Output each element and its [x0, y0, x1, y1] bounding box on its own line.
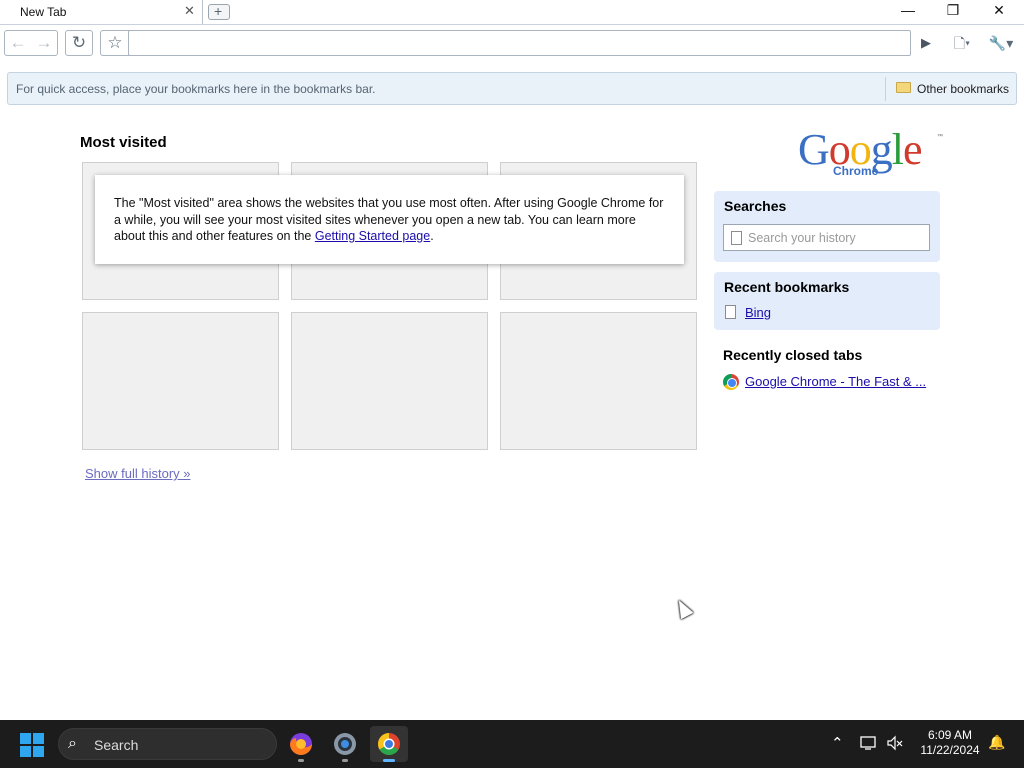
info-text-end: . [430, 229, 434, 243]
searches-panel: Searches Search your history [714, 191, 940, 262]
getting-started-link[interactable]: Getting Started page [315, 229, 430, 243]
thumbnail-slot[interactable] [291, 312, 488, 450]
volume-muted-icon[interactable] [886, 735, 904, 751]
tab-new-tab[interactable]: New Tab ✕ [0, 0, 203, 24]
trademark: ™ [937, 134, 943, 140]
logo-letter: G [798, 125, 830, 174]
bookmark-link-bing[interactable]: Bing [745, 305, 771, 320]
chrome-subtitle: Chrome [833, 164, 879, 178]
info-text: The "Most visited" area shows the websit… [114, 195, 669, 245]
go-button[interactable]: ▶ [912, 30, 940, 56]
title-bar: New Tab ✕ + — ❐ ✕ [0, 0, 1024, 24]
clock-date: 11/22/2024 [920, 743, 980, 757]
new-tab-button[interactable]: + [208, 3, 230, 20]
show-full-history-link[interactable]: Show full history » [85, 466, 191, 481]
bookmarks-divider [885, 77, 886, 101]
settings-icon [334, 733, 356, 755]
recent-bookmarks-heading: Recent bookmarks [724, 279, 850, 295]
logo-letter: l [891, 125, 904, 174]
chrome-taskbar-button[interactable] [370, 726, 408, 762]
recently-closed-tab-link[interactable]: Google Chrome - The Fast & ... [745, 374, 926, 389]
taskbar-search-label: Search [94, 737, 139, 753]
plus-icon: + [214, 3, 223, 19]
firefox-taskbar-button[interactable] [282, 726, 320, 762]
omnibox[interactable] [128, 30, 911, 56]
logo-letter: e [903, 125, 923, 174]
taskbar-search[interactable]: ⌕ Search [58, 728, 277, 760]
reload-button[interactable]: ↻ [66, 30, 92, 56]
windows-start-icon[interactable] [20, 733, 44, 757]
bookmark-star-icon[interactable]: ☆ [102, 30, 128, 56]
minimize-button[interactable]: — [894, 2, 922, 22]
mouse-cursor-icon [672, 596, 694, 620]
clock-time: 6:09 AM [927, 728, 973, 742]
page-menu-icon[interactable]: 🗋▾ [947, 30, 977, 56]
search-icon: ⌕ [68, 735, 77, 752]
tab-title: New Tab [20, 5, 67, 19]
chrome-icon [378, 733, 400, 755]
history-search-placeholder: Search your history [748, 231, 856, 245]
recent-bookmarks-panel: Recent bookmarks Bing [714, 272, 940, 330]
bookmarks-bar: For quick access, place your bookmarks h… [7, 72, 1017, 105]
firefox-icon [290, 733, 312, 755]
tray-overflow-chevron-icon[interactable]: ⌃ [831, 734, 844, 752]
close-window-button[interactable]: ✕ [985, 2, 1013, 22]
thumbnail-slot[interactable] [82, 312, 279, 450]
clock[interactable]: 6:09 AM 11/22/2024 [914, 728, 986, 758]
settings-taskbar-button[interactable] [326, 726, 364, 762]
page-icon [725, 305, 736, 319]
tab-close-icon[interactable]: ✕ [184, 3, 195, 19]
forward-button[interactable]: → [31, 30, 57, 56]
notification-icon[interactable]: 🔔 [988, 734, 1005, 751]
network-icon[interactable] [860, 735, 878, 751]
most-visited-heading: Most visited [80, 134, 167, 151]
bookmarks-bar-hint: For quick access, place your bookmarks h… [16, 82, 376, 96]
recently-closed-heading: Recently closed tabs [723, 347, 863, 363]
google-chrome-logo: Google Chrome ™ [797, 124, 947, 180]
back-button[interactable]: ← [5, 30, 31, 56]
restore-button[interactable]: ❐ [939, 2, 967, 22]
active-indicator [383, 759, 395, 762]
thumbnail-slot[interactable] [500, 312, 697, 450]
running-indicator [342, 759, 348, 762]
folder-icon [896, 82, 911, 93]
wrench-menu-icon[interactable]: 🔧▾ [985, 30, 1017, 56]
running-indicator [298, 759, 304, 762]
most-visited-info-popup: The "Most visited" area shows the websit… [95, 175, 684, 264]
history-search-input[interactable]: Search your history [723, 224, 930, 251]
taskbar: ⌕ Search ⌃ 6:09 AM 11/22/2024 🔔 [0, 720, 1024, 768]
other-bookmarks-label: Other bookmarks [917, 82, 1010, 96]
page-icon [731, 231, 742, 245]
toolbar: ← → ↻ ☆ ▶ 🗋▾ 🔧▾ [0, 24, 1024, 62]
chrome-favicon-icon [723, 374, 739, 390]
searches-heading: Searches [724, 198, 787, 214]
